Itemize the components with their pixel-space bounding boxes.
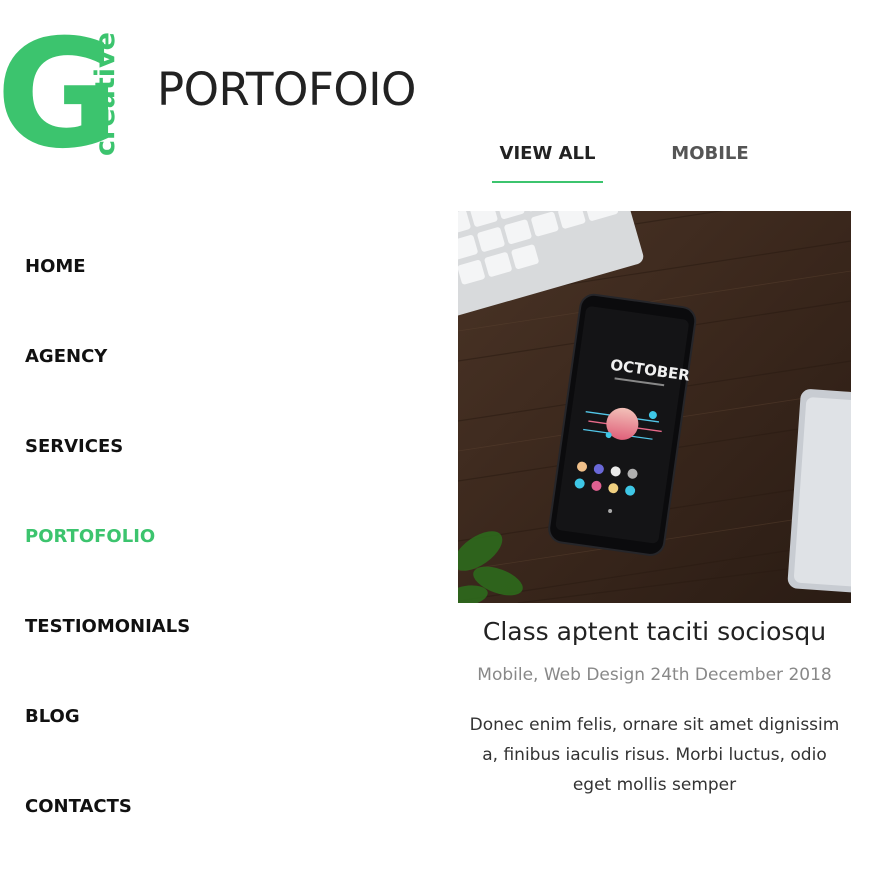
portfolio-item-excerpt: Donec enim felis, ornare sit amet dignis…: [469, 715, 840, 795]
nav-link-agency[interactable]: AGENCY: [25, 345, 107, 369]
main-nav: HOME AGENCY SERVICES PORTOFOLIO TESTIOMO…: [25, 255, 190, 885]
nav-link-testimonials[interactable]: TESTIOMONIALS: [25, 615, 190, 639]
nav-link-blog[interactable]: BLOG: [25, 705, 80, 729]
portfolio-item-image[interactable]: OCTOBER: [458, 211, 851, 603]
logo-word: creative: [90, 32, 121, 156]
brand-logo[interactable]: G creative: [0, 28, 125, 158]
page-title: PORTOFOIO: [157, 63, 416, 116]
portfolio-item-meta: Mobile, Web Design 24th December 2018: [477, 665, 832, 685]
nav-link-portofolio[interactable]: PORTOFOLIO: [25, 525, 155, 549]
nav-link-home[interactable]: HOME: [25, 255, 86, 279]
filter-tab-view-all[interactable]: VIEW ALL: [492, 143, 603, 183]
nav-item-blog: BLOG: [25, 705, 190, 795]
nav-item-agency: AGENCY: [25, 345, 190, 435]
filter-tab-mobile[interactable]: MOBILE: [660, 143, 760, 181]
nav-link-services[interactable]: SERVICES: [25, 435, 123, 459]
nav-link-contacts[interactable]: CONTACTS: [25, 795, 132, 819]
nav-item-home: HOME: [25, 255, 190, 345]
nav-item-testimonials: TESTIOMONIALS: [25, 615, 190, 705]
nav-item-services: SERVICES: [25, 435, 190, 525]
portfolio-item-title[interactable]: Class aptent taciti sociosqu: [458, 614, 851, 650]
nav-item-portofolio: PORTOFOLIO: [25, 525, 190, 615]
nav-item-contacts: CONTACTS: [25, 795, 190, 885]
